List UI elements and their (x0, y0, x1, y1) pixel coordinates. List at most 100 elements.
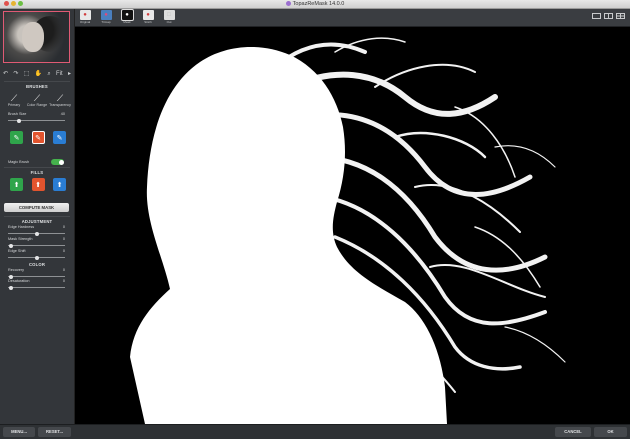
slider-knob[interactable] (34, 231, 39, 236)
brush-types: ⟋ Primary ⟋ Color Range ⟋ Transparency (3, 93, 71, 107)
single-view-icon[interactable] (592, 13, 601, 19)
view-mode-bar: ● Original ● Trimap ● Mask ● Stitch □ Ou… (75, 9, 630, 27)
zoom-icon[interactable]: ⌕ (47, 70, 50, 78)
fill-buttons: ⬆ ⬆ ⬆ (10, 178, 66, 191)
color-title: COLOR (28, 262, 46, 267)
edge-shift-label: Edge Shift (8, 249, 26, 253)
slider-knob[interactable] (8, 243, 13, 248)
magic-brush-toggle[interactable] (51, 159, 64, 165)
compute-brush-button[interactable]: ✎ (53, 131, 66, 144)
brush-size-slider[interactable] (8, 118, 65, 123)
mask-strength-label: Mask Strength (8, 237, 33, 241)
primary-brush-label: Primary (7, 103, 21, 107)
apple-color-icon: ● (79, 10, 91, 20)
view-stitch[interactable]: ● Stitch (142, 10, 154, 24)
thumbnail-face (22, 22, 44, 52)
out-icon: □ (163, 10, 175, 20)
drop-brush-icon: ✎ (35, 134, 41, 142)
quad-view-icon[interactable] (616, 13, 625, 19)
compute-brush-icon: ✎ (56, 134, 63, 142)
color-range-brush[interactable]: ⟋ Color Range (26, 93, 48, 107)
title-bar: TopazReMask 14.0.0 (0, 0, 630, 9)
edge-hardness-label: Edge Hardness (8, 225, 35, 229)
primary-brush[interactable]: ⟋ Primary (3, 93, 25, 107)
brush-icon: ⟋ (10, 93, 18, 103)
hand-icon[interactable]: ✋ (35, 70, 42, 78)
ok-button[interactable]: OK (594, 427, 627, 437)
left-sidebar: ↶ ↷ ⬚ ✋ ⌕ Fit ▸ BRUSHES ⟋ Primary ⟋ Colo… (0, 9, 75, 424)
view-original[interactable]: ● Original (79, 10, 91, 24)
image-canvas[interactable] (75, 27, 630, 424)
slider-knob[interactable] (17, 118, 22, 123)
slider-knob[interactable] (8, 285, 13, 290)
redo-icon[interactable]: ↷ (13, 70, 18, 78)
apple-color-icon: ● (142, 10, 154, 20)
view-trimap[interactable]: ● Trimap (100, 10, 112, 24)
keep-brush-icon: ✎ (13, 134, 20, 142)
tool-row: ↶ ↷ ⬚ ✋ ⌕ Fit ▸ (3, 70, 71, 78)
crop-icon[interactable]: ⬚ (24, 70, 30, 78)
bottom-bar: MENU... RESET... CANCEL OK (0, 424, 630, 439)
compute-fill-button[interactable]: ⬆ (53, 178, 66, 191)
menu-button[interactable]: MENU... (3, 427, 35, 437)
transparency-brush-label: Transparency (49, 103, 71, 107)
recovery-value: 0 (62, 268, 65, 272)
split-view-icon[interactable] (604, 13, 613, 19)
drop-fill-icon: ⬆ (35, 181, 41, 189)
desaturation-slider[interactable] (8, 285, 65, 290)
adjustment-title: ADJUSTMENT (21, 219, 53, 224)
recovery-label: Recovery (8, 268, 25, 272)
transparency-brush[interactable]: ⟋ Transparency (49, 93, 71, 107)
divider (4, 167, 70, 168)
brush-mode-buttons: ✎ ✎ ✎ (10, 131, 66, 144)
brush-size-label: Brush Size (8, 112, 27, 116)
slider-knob[interactable] (8, 274, 13, 279)
compute-fill-icon: ⬆ (56, 181, 63, 189)
view-mask[interactable]: ● Mask (120, 9, 134, 24)
view-stitch-label: Stitch (144, 20, 152, 24)
drop-fill-button[interactable]: ⬆ (31, 178, 45, 191)
undo-icon[interactable]: ↶ (3, 70, 8, 78)
trimap-icon: ● (100, 10, 112, 20)
mask-preview-image (75, 27, 630, 424)
compute-mask-button[interactable]: COMPUTE MASK (4, 203, 69, 212)
fills-title: FILLS (30, 170, 44, 175)
layout-switcher (592, 13, 625, 19)
mask-icon: ● (120, 9, 134, 21)
divider (4, 216, 70, 217)
edge-hardness-slider[interactable] (8, 231, 65, 236)
mask-strength-slider[interactable] (8, 243, 65, 248)
brush-size-value: 40 (60, 112, 65, 116)
cancel-button[interactable]: CANCEL (555, 427, 591, 437)
view-trimap-label: Trimap (101, 20, 111, 24)
view-original-label: Original (79, 20, 91, 24)
reset-button[interactable]: RESET... (38, 427, 71, 437)
keep-fill-button[interactable]: ⬆ (10, 178, 23, 191)
brushes-title: BRUSHES (26, 84, 48, 89)
color-range-icon: ⟋ (33, 93, 41, 103)
slider-knob[interactable] (34, 255, 39, 260)
window-title: TopazReMask 14.0.0 (0, 0, 630, 8)
edge-shift-slider[interactable] (8, 255, 65, 260)
edge-hardness-value: 0 (62, 225, 65, 229)
window-title-text: TopazReMask 14.0.0 (292, 1, 345, 7)
zoom-fit-label[interactable]: Fit (56, 70, 63, 78)
drop-brush-button[interactable]: ✎ (31, 131, 45, 144)
color-range-brush-label: Color Range (26, 103, 48, 107)
view-out[interactable]: □ Out (163, 10, 175, 24)
magic-brush-label: Magic Brush (8, 160, 30, 164)
navigator-thumbnail[interactable] (3, 11, 70, 63)
recovery-slider[interactable] (8, 274, 65, 279)
app-icon (285, 0, 291, 6)
keep-brush-button[interactable]: ✎ (10, 131, 23, 144)
view-out-label: Out (166, 20, 172, 24)
mask-strength-value: 0 (62, 237, 65, 241)
desaturation-label: Desaturation (8, 279, 30, 283)
view-mask-label: Mask (123, 20, 131, 24)
transparency-icon: ⟋ (56, 93, 64, 103)
keep-fill-icon: ⬆ (13, 181, 20, 189)
zoom-menu-icon[interactable]: ▸ (68, 70, 71, 78)
desaturation-value: 0 (62, 279, 65, 283)
edge-shift-value: 0 (62, 249, 65, 253)
divider (4, 81, 70, 82)
